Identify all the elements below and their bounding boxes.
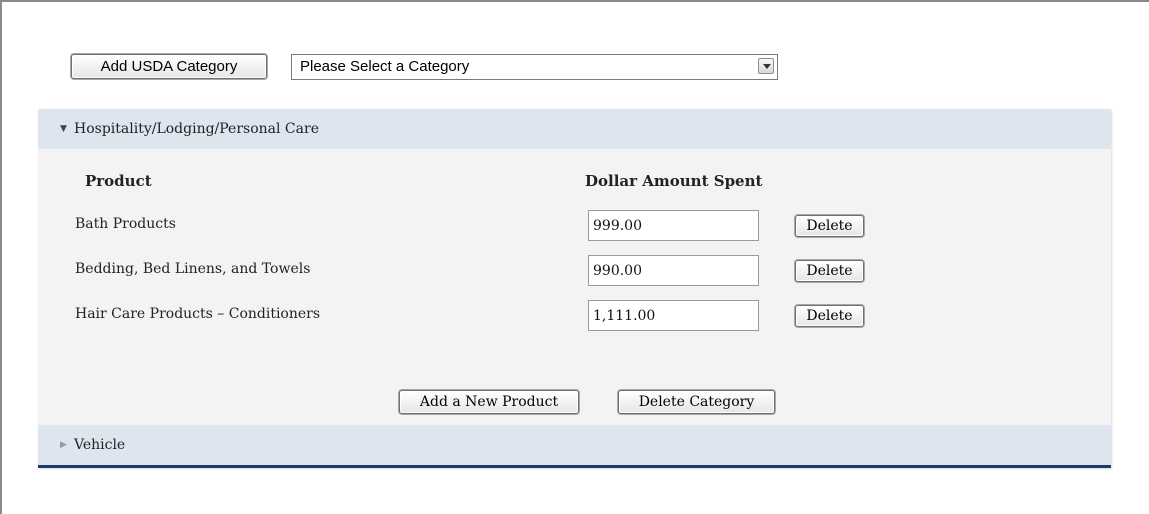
product-name: Bath Products <box>75 216 176 232</box>
delete-category-button[interactable]: Delete Category <box>618 390 775 414</box>
chevron-down-icon[interactable] <box>758 58 774 74</box>
amount-input[interactable]: 1,111.00 <box>588 300 759 331</box>
category-accordion: ▼ Hospitality/Lodging/Personal Care Prod… <box>38 109 1111 468</box>
delete-product-button[interactable]: Delete <box>795 260 864 282</box>
section-title: Vehicle <box>74 437 126 453</box>
amount-column-header: Dollar Amount Spent <box>585 172 763 190</box>
section-header-hospitality[interactable]: ▼ Hospitality/Lodging/Personal Care <box>38 109 1111 149</box>
section-header-vehicle[interactable]: ▶ Vehicle <box>38 425 1111 465</box>
expanded-triangle-icon: ▼ <box>60 124 67 134</box>
amount-input[interactable]: 999.00 <box>588 210 759 241</box>
product-name: Hair Care Products – Conditioners <box>75 306 321 322</box>
product-name: Bedding, Bed Linens, and Towels <box>75 261 311 277</box>
category-select[interactable]: Please Select a Category <box>291 54 778 80</box>
collapsed-triangle-icon: ▶ <box>60 440 67 450</box>
product-column-header: Product <box>85 172 152 190</box>
section-title: Hospitality/Lodging/Personal Care <box>74 121 319 137</box>
add-usda-category-button[interactable]: Add USDA Category <box>71 54 267 79</box>
amount-input[interactable]: 990.00 <box>588 255 759 286</box>
delete-product-button[interactable]: Delete <box>795 305 864 327</box>
category-select-value: Please Select a Category <box>300 58 470 75</box>
delete-product-button[interactable]: Delete <box>795 215 864 237</box>
add-new-product-button[interactable]: Add a New Product <box>399 390 579 414</box>
